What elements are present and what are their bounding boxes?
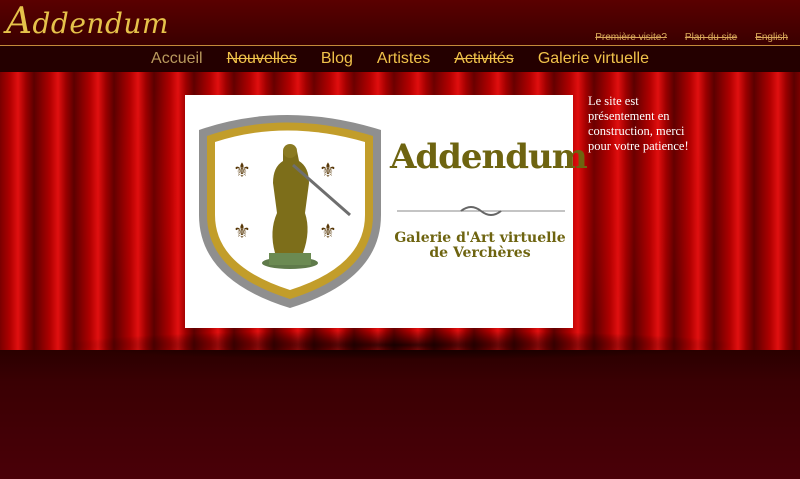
svg-text:⚜: ⚜ xyxy=(233,219,251,243)
stage-floor xyxy=(0,350,800,479)
banner-title: Addendum xyxy=(390,137,588,177)
crest-icon: ⚜ ⚜ ⚜ ⚜ xyxy=(199,115,565,308)
svg-text:⚜: ⚜ xyxy=(319,219,337,243)
link-english[interactable]: English xyxy=(755,32,788,43)
nav-activities[interactable]: Activités xyxy=(454,50,514,68)
site-logo[interactable]: Addendum xyxy=(6,2,169,42)
link-first-visit[interactable]: Première visite? xyxy=(595,32,667,43)
link-site-map[interactable]: Plan du site xyxy=(685,32,737,43)
site-header: Addendum Première visite? Plan du site E… xyxy=(0,0,800,45)
svg-text:⚜: ⚜ xyxy=(319,158,337,182)
banner-subtitle: Galerie d'Art virtuelle de Verchères xyxy=(385,231,575,261)
nav-virtual-gallery[interactable]: Galerie virtuelle xyxy=(538,50,649,68)
nav-artists[interactable]: Artistes xyxy=(377,50,430,68)
stage-shadow xyxy=(60,330,740,360)
nav-blog[interactable]: Blog xyxy=(321,50,353,68)
nav-news[interactable]: Nouvelles xyxy=(227,50,297,68)
svg-text:⚜: ⚜ xyxy=(233,158,251,182)
addendum-banner: ⚜ ⚜ ⚜ ⚜ Addendum Galerie d'Art virtuelle… xyxy=(185,95,588,328)
utility-links: Première visite? Plan du site English xyxy=(595,32,788,43)
logo-initial: A xyxy=(6,1,33,42)
banner-subtitle-line1: Galerie d'Art virtuelle xyxy=(394,230,566,246)
logo-text: ddendum xyxy=(32,7,169,40)
main-nav: Accueil Nouvelles Blog Artistes Activité… xyxy=(0,45,800,73)
banner-subtitle-line2: de Verchères xyxy=(429,245,531,261)
construction-notice: Le site est présentement en construction… xyxy=(588,94,689,153)
nav-home[interactable]: Accueil xyxy=(151,50,203,68)
